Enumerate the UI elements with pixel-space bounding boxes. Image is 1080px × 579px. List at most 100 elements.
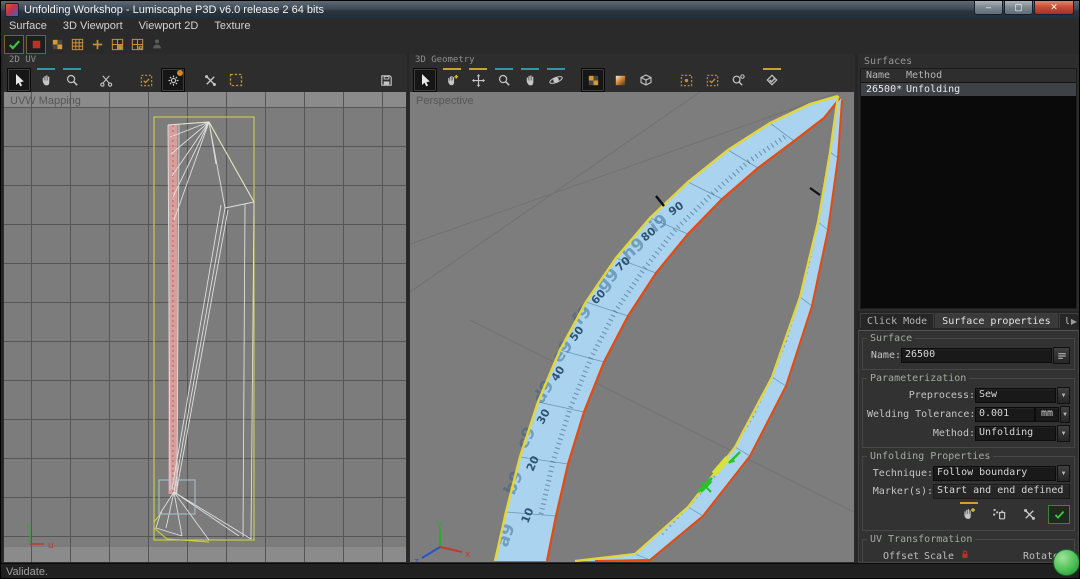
method-select[interactable]: Unfolding [975, 426, 1056, 441]
unfolding-properties-group: Unfolding Properties Technique: Follow b… [862, 451, 1075, 531]
preprocess-dropdown-icon[interactable]: ▼ [1057, 387, 1070, 404]
scale-header: Scale [919, 551, 959, 562]
menu-texture[interactable]: Texture [206, 19, 258, 34]
move-icon[interactable] [467, 69, 489, 91]
pick-hand-plus-icon[interactable] [441, 69, 463, 91]
uv-gear-icon[interactable] [161, 68, 185, 92]
title-bar[interactable]: Unfolding Workshop - Lumiscaphe P3D v6.0… [1, 1, 1079, 19]
validate-check-icon[interactable] [4, 35, 24, 54]
marker-dot-icon[interactable] [675, 69, 697, 91]
status-text: Validate. [6, 566, 48, 578]
method-dropdown-icon[interactable]: ▼ [1057, 425, 1070, 442]
tab-scroll-right-icon[interactable]: ▶ [1069, 315, 1079, 328]
technique-dropdown-icon[interactable]: ▼ [1057, 465, 1070, 482]
maximize-button[interactable]: ▢ [1004, 1, 1033, 15]
perspective-label: Perspective [416, 95, 473, 107]
table-row[interactable]: 26500* Unfolding [861, 83, 1076, 96]
perspective-viewport[interactable]: Perspective [410, 92, 854, 562]
uv-toolbar [3, 67, 407, 93]
name-label: Name: [867, 350, 901, 361]
marker-check-icon[interactable] [701, 69, 723, 91]
grid-10-icon[interactable] [128, 36, 146, 53]
surfaces-table: Name Method 26500* Unfolding [860, 68, 1077, 309]
select-cursor-icon[interactable] [413, 68, 437, 92]
zoom-icon[interactable] [493, 69, 515, 91]
stop-icon[interactable] [26, 35, 46, 54]
menu-3d-viewport[interactable]: 3D Viewport [55, 19, 131, 34]
surface-properties-body: Surface Name: 26500 Parameterization Pre… [858, 330, 1079, 563]
uv-viewport-label: UVW Mapping [10, 95, 81, 107]
uv-mesh: v u [4, 92, 406, 561]
surface-group-title: Surface [867, 333, 915, 344]
crosshair-icon[interactable] [88, 36, 106, 53]
column-method: Method [904, 69, 1076, 82]
welding-unit-dropdown-icon[interactable]: ▼ [1060, 406, 1070, 423]
select-cursor-icon[interactable] [7, 68, 31, 92]
application-window: Unfolding Workshop - Lumiscaphe P3D v6.0… [0, 0, 1080, 579]
confirm-check-icon[interactable] [1048, 505, 1070, 524]
uv-transformation-title: UV Transformation [867, 534, 975, 545]
swap-marker-tools-icon[interactable] [1018, 503, 1040, 525]
checker-icon[interactable] [48, 36, 66, 53]
welding-unit-select[interactable]: mm [1035, 407, 1059, 422]
uv-tools-icon[interactable] [199, 69, 221, 91]
unfolding-properties-title: Unfolding Properties [867, 451, 993, 462]
preprocess-select[interactable]: Sew [975, 388, 1056, 403]
panel-3d-geometry: 3D Geometry Perspective [409, 54, 855, 563]
svg-text:x: x [465, 550, 471, 560]
grid-icon[interactable] [68, 36, 86, 53]
checker-texture-icon[interactable] [581, 68, 605, 92]
surface-group: Surface Name: 26500 [862, 333, 1075, 370]
tab-click-mode[interactable]: Click Mode [860, 313, 934, 328]
cube-icon[interactable] [635, 69, 657, 91]
surface-method-cell: Unfolding [904, 83, 1076, 96]
orbit-icon[interactable] [545, 69, 567, 91]
minimize-button[interactable]: – [974, 1, 1003, 15]
menu-bar: Surface 3D Viewport Viewport 2D Texture [1, 19, 1079, 34]
panel-3d-title: 3D Geometry [409, 54, 855, 67]
main-toolbar [1, 34, 1079, 54]
svg-text:y: y [437, 519, 443, 529]
welding-tolerance-label: Welding Tolerance: [867, 409, 975, 420]
uv-check-icon[interactable] [135, 69, 157, 91]
validate-diamond-icon[interactable] [761, 69, 783, 91]
surface-name-input[interactable]: 26500 [901, 348, 1052, 363]
uv-viewport[interactable]: UVW Mapping [4, 92, 406, 562]
preprocess-label: Preprocess: [867, 390, 975, 401]
save-disk-icon[interactable] [375, 69, 397, 91]
method-label: Method: [867, 428, 975, 439]
parameterization-group: Parameterization Preprocess: Sew ▼ Weldi… [862, 373, 1075, 448]
menu-viewport-2d[interactable]: Viewport 2D [131, 19, 207, 34]
tab-surface-properties[interactable]: Surface properties [935, 313, 1057, 328]
marquee-icon[interactable] [225, 69, 247, 91]
green-badge-icon[interactable] [1053, 549, 1080, 576]
panel-surfaces: Surfaces Name Method 26500* Unfolding [858, 54, 1079, 311]
name-edit-button[interactable] [1053, 347, 1070, 364]
geometry-toolbar [409, 67, 855, 93]
surfaces-table-header: Name Method [861, 69, 1076, 83]
pan-hand-icon[interactable] [519, 69, 541, 91]
marker-status: Start and end defined [933, 484, 1070, 499]
status-bar: Validate. [1, 563, 1079, 579]
pan-hand-icon[interactable] [35, 69, 57, 91]
zoom-gear-icon[interactable] [727, 69, 749, 91]
uv-cut-icon[interactable] [95, 69, 117, 91]
scale-lock-icon[interactable] [959, 548, 973, 564]
delete-marker-icon[interactable] [988, 503, 1010, 525]
user-icon [148, 36, 166, 53]
close-button[interactable]: ✕ [1034, 1, 1074, 15]
leaf-surface: 102030405060708090 a9b9c9d9e9f9g9h9i9 [410, 92, 854, 562]
add-marker-hand-icon[interactable] [958, 503, 980, 525]
gradient-icon[interactable] [609, 69, 631, 91]
panel-2d-uv-title: 2D UV [3, 54, 407, 67]
column-name: Name [861, 69, 904, 82]
zoom-icon[interactable] [61, 69, 83, 91]
grid-save-icon[interactable] [108, 36, 126, 53]
menu-surface[interactable]: Surface [1, 19, 55, 34]
svg-text:z: z [414, 557, 419, 562]
world-axis-gizmo: y x z [414, 519, 471, 562]
welding-tolerance-input[interactable]: 0.001 [975, 407, 1035, 422]
surfaces-title: Surfaces [858, 54, 1079, 68]
panel-2d-uv: 2D UV UVW Mapping [3, 54, 407, 563]
technique-select[interactable]: Follow boundary [933, 466, 1056, 481]
